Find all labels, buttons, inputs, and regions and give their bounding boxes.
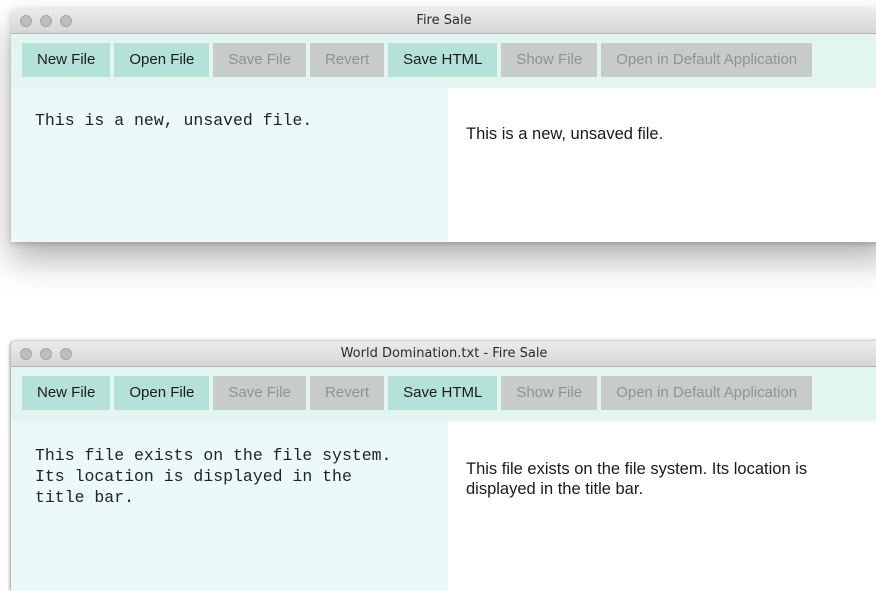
- show-file-button[interactable]: Show File: [501, 376, 598, 410]
- toolbar: New File Open File Save File Revert Save…: [11, 34, 876, 88]
- app-window-saved-file: World Domination.txt - Fire Sale New Fil…: [11, 341, 876, 591]
- markdown-editor[interactable]: This is a new, unsaved file.: [11, 88, 448, 242]
- open-in-default-application-button[interactable]: Open in Default Application: [601, 376, 813, 410]
- markdown-editor[interactable]: This file exists on the file system. Its…: [11, 421, 448, 591]
- save-html-button[interactable]: Save HTML: [388, 376, 498, 410]
- app-window-new-file: Fire Sale New File Open File Save File R…: [11, 8, 876, 242]
- toolbar: New File Open File Save File Revert Save…: [11, 367, 876, 421]
- open-file-button[interactable]: Open File: [114, 43, 210, 77]
- new-file-button[interactable]: New File: [22, 376, 111, 410]
- html-preview: This file exists on the file system. Its…: [448, 421, 876, 591]
- title-bar[interactable]: Fire Sale: [11, 8, 876, 34]
- open-in-default-application-button[interactable]: Open in Default Application: [601, 43, 813, 77]
- window-title: Fire Sale: [416, 13, 472, 28]
- save-html-button[interactable]: Save HTML: [388, 43, 498, 77]
- revert-button[interactable]: Revert: [309, 376, 385, 410]
- show-file-button[interactable]: Show File: [501, 43, 598, 77]
- title-bar[interactable]: World Domination.txt - Fire Sale: [11, 341, 876, 367]
- content-area: This file exists on the file system. Its…: [11, 421, 876, 591]
- open-file-button[interactable]: Open File: [114, 376, 210, 410]
- revert-button[interactable]: Revert: [309, 43, 385, 77]
- html-preview: This is a new, unsaved file.: [448, 88, 876, 242]
- window-title: World Domination.txt - Fire Sale: [340, 346, 548, 361]
- content-area: This is a new, unsaved file. This is a n…: [11, 88, 876, 242]
- save-file-button[interactable]: Save File: [213, 43, 306, 77]
- save-file-button[interactable]: Save File: [213, 376, 306, 410]
- new-file-button[interactable]: New File: [22, 43, 111, 77]
